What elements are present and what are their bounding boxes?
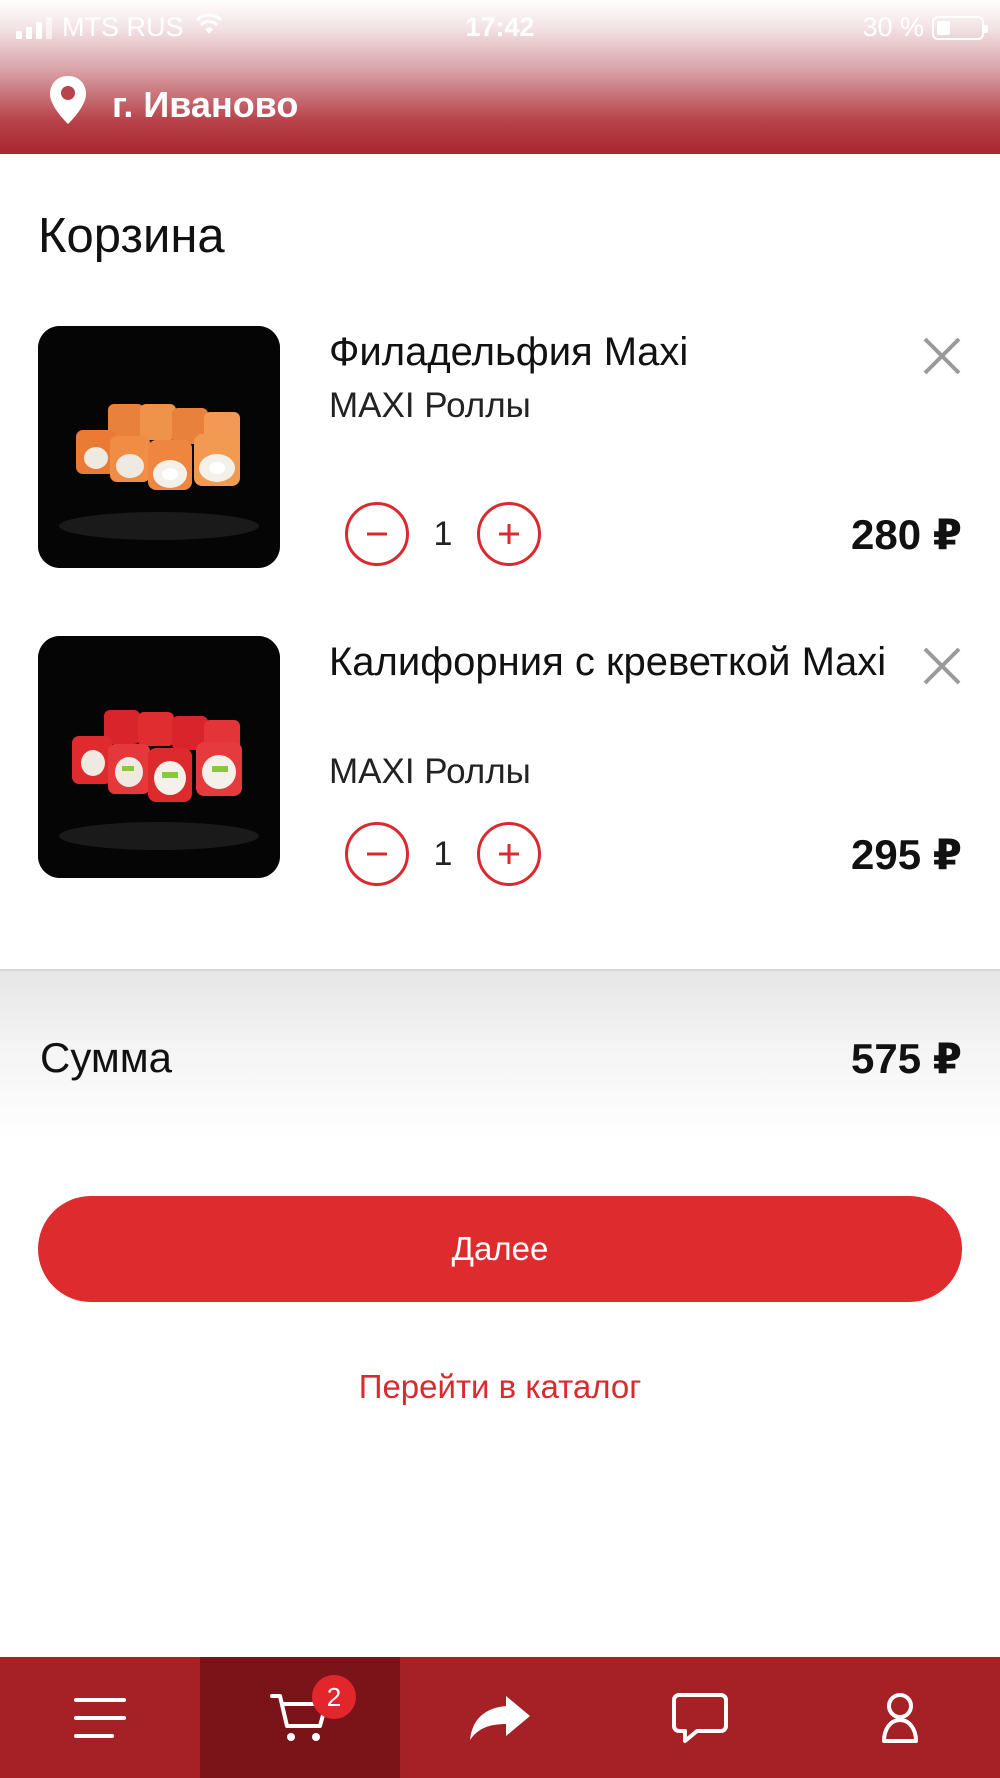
close-icon <box>923 337 961 375</box>
product-image[interactable] <box>38 326 280 568</box>
plus-icon <box>499 844 519 864</box>
remove-item-button[interactable] <box>922 646 962 686</box>
profile-icon <box>882 1692 918 1743</box>
sum-value: 575 ₽ <box>851 1035 962 1082</box>
minus-icon <box>367 532 387 536</box>
page-title: Корзина <box>38 209 225 263</box>
tab-share[interactable] <box>400 1657 600 1778</box>
go-to-catalog-link[interactable]: Перейти в каталог <box>0 1368 1000 1406</box>
quantity-stepper: 1 <box>345 822 541 886</box>
share-icon <box>470 1695 530 1740</box>
clock: 17:42 <box>465 12 535 42</box>
tab-profile[interactable] <box>800 1657 1000 1778</box>
remove-item-button[interactable] <box>922 336 962 376</box>
product-name: Филадельфия Maxi <box>329 330 689 374</box>
city-selector[interactable]: г. Иваново <box>48 74 298 135</box>
decrease-button[interactable] <box>345 502 409 566</box>
next-button[interactable]: Далее <box>38 1196 962 1302</box>
increase-button[interactable] <box>477 502 541 566</box>
city-name: г. Иваново <box>112 83 299 125</box>
item-price: 280 ₽ <box>851 511 962 558</box>
plus-icon <box>499 524 519 544</box>
status-bar: MTS RUS 17:42 30 % <box>0 8 1000 48</box>
cart-item: Калифорния с креветкой Maxi MAXI Роллы 1… <box>38 636 962 886</box>
tab-cart[interactable]: 2 <box>200 1657 400 1778</box>
product-image[interactable] <box>38 636 280 878</box>
location-pin-icon <box>48 74 88 135</box>
decrease-button[interactable] <box>345 822 409 886</box>
sum-label: Сумма <box>40 1034 172 1081</box>
cart-item: Филадельфия Maxi MAXI Роллы 1 280 ₽ <box>38 326 962 568</box>
quantity-stepper: 1 <box>345 502 541 566</box>
tab-menu[interactable] <box>0 1657 200 1778</box>
product-category: MAXI Роллы <box>329 386 531 425</box>
increase-button[interactable] <box>477 822 541 886</box>
quantity-value: 1 <box>433 514 453 553</box>
bottom-tab-bar: 2 <box>0 1657 1000 1778</box>
menu-icon <box>74 1697 126 1738</box>
battery-icon <box>932 15 988 40</box>
quantity-value: 1 <box>433 834 453 873</box>
close-icon <box>923 647 961 685</box>
minus-icon <box>367 852 387 856</box>
cart-count-badge: 2 <box>312 1675 356 1719</box>
battery-group: 30 % <box>862 12 988 43</box>
item-price: 295 ₽ <box>851 831 962 878</box>
battery-label: 30 % <box>862 12 924 42</box>
product-category: MAXI Роллы <box>329 752 531 791</box>
app-header: MTS RUS 17:42 30 % г. Иваново <box>0 0 1000 154</box>
chat-icon <box>672 1692 728 1743</box>
product-name: Калифорния с креветкой Maxi <box>329 640 887 684</box>
tab-chat[interactable] <box>600 1657 800 1778</box>
